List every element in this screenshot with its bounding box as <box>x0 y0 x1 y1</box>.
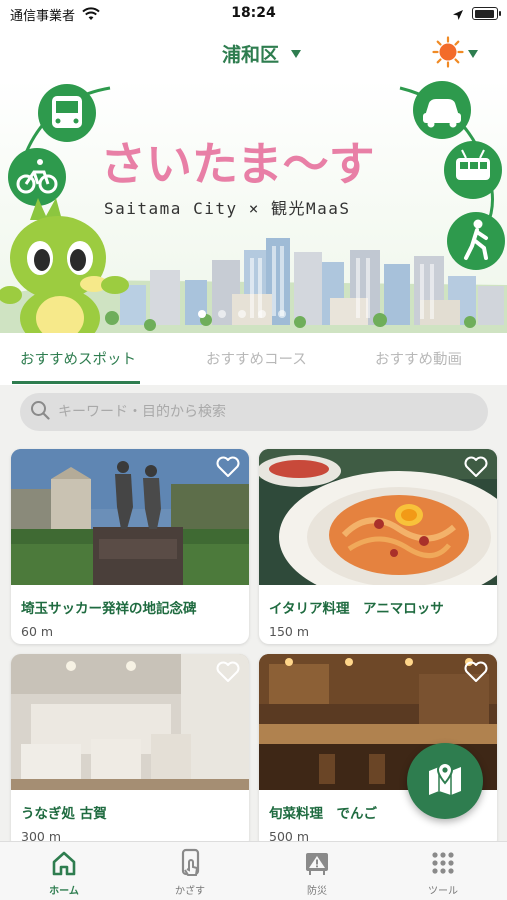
nav-disaster-label: 防災 <box>307 886 327 897</box>
nav-home-label: ホーム <box>49 886 79 897</box>
banner-logo: さいたま〜す <box>100 137 375 191</box>
spot-card[interactable]: うなぎ処 古賀 300 m <box>11 654 249 841</box>
sun-icon <box>432 36 464 72</box>
hero-banner[interactable]: さいたま〜す Saitama City × 観光MaaS <box>0 80 507 333</box>
spot-card[interactable]: イタリア料理 アニマロッサ 150 m <box>259 449 497 644</box>
nav-tools[interactable]: ツール <box>393 848 493 897</box>
spot-distance: 150 m <box>269 624 310 639</box>
search-bar-container <box>0 385 507 437</box>
tab-recommended-spots[interactable]: おすすめスポット <box>20 348 136 369</box>
grid-icon <box>393 848 493 878</box>
warning-icon <box>267 848 367 878</box>
spot-title: 埼玉サッカー発祥の地記念碑 <box>21 601 197 617</box>
nav-tools-label: ツール <box>428 886 458 897</box>
bicycle-icon <box>8 148 66 206</box>
bus-icon <box>38 84 96 142</box>
favorite-heart-icon[interactable] <box>215 660 241 684</box>
spot-distance: 60 m <box>21 624 54 639</box>
favorite-heart-icon[interactable] <box>215 455 241 479</box>
battery-icon <box>472 7 501 20</box>
tab-recommended-courses[interactable]: おすすめコース <box>206 348 307 369</box>
chevron-down-icon <box>468 50 478 58</box>
monument-photo <box>11 449 249 585</box>
search-input[interactable] <box>58 404 458 420</box>
area-name: 浦和区 <box>222 44 280 66</box>
weather-selector[interactable] <box>432 36 478 72</box>
category-tabs: おすすめスポット おすすめコース おすすめ動画 <box>0 333 507 385</box>
location-arrow-icon <box>452 6 464 25</box>
chevron-down-icon <box>291 49 302 58</box>
app-header: 浦和区 <box>0 28 507 80</box>
clock: 18:24 <box>231 5 276 21</box>
map-button[interactable] <box>407 743 483 819</box>
status-bar: 通信事業者 18:24 <box>0 0 507 28</box>
home-icon <box>14 848 114 878</box>
nav-tap-label: かざす <box>175 886 205 897</box>
nav-disaster[interactable]: 防災 <box>267 848 367 897</box>
area-selector[interactable]: 浦和区 <box>222 40 302 67</box>
tab-indicator <box>12 381 140 384</box>
search-bar[interactable] <box>20 393 488 431</box>
nav-tap[interactable]: かざす <box>140 848 240 897</box>
train-icon <box>444 141 502 199</box>
spot-distance: 300 m <box>21 829 62 841</box>
nav-home[interactable]: ホーム <box>14 848 114 897</box>
tab-recommended-videos[interactable]: おすすめ動画 <box>375 348 462 369</box>
pedestrian-icon <box>447 212 505 270</box>
spot-card[interactable]: 埼玉サッカー発祥の地記念碑 60 m <box>11 449 249 644</box>
search-icon <box>30 400 50 424</box>
spot-title: うなぎ処 古賀 <box>21 806 107 822</box>
map-pin-icon <box>425 759 465 803</box>
pasta-photo <box>259 449 497 585</box>
favorite-heart-icon[interactable] <box>463 660 489 684</box>
dining-room-photo <box>11 654 249 790</box>
banner-subtitle: Saitama City × 観光MaaS <box>104 199 351 218</box>
spot-distance: 500 m <box>269 829 310 841</box>
bottom-navigation: ホーム かざす 防災 ツール <box>0 841 507 900</box>
car-icon <box>413 81 471 139</box>
favorite-heart-icon[interactable] <box>463 455 489 479</box>
spot-title: イタリア料理 アニマロッサ <box>269 601 444 617</box>
phone-tap-icon <box>140 848 240 878</box>
